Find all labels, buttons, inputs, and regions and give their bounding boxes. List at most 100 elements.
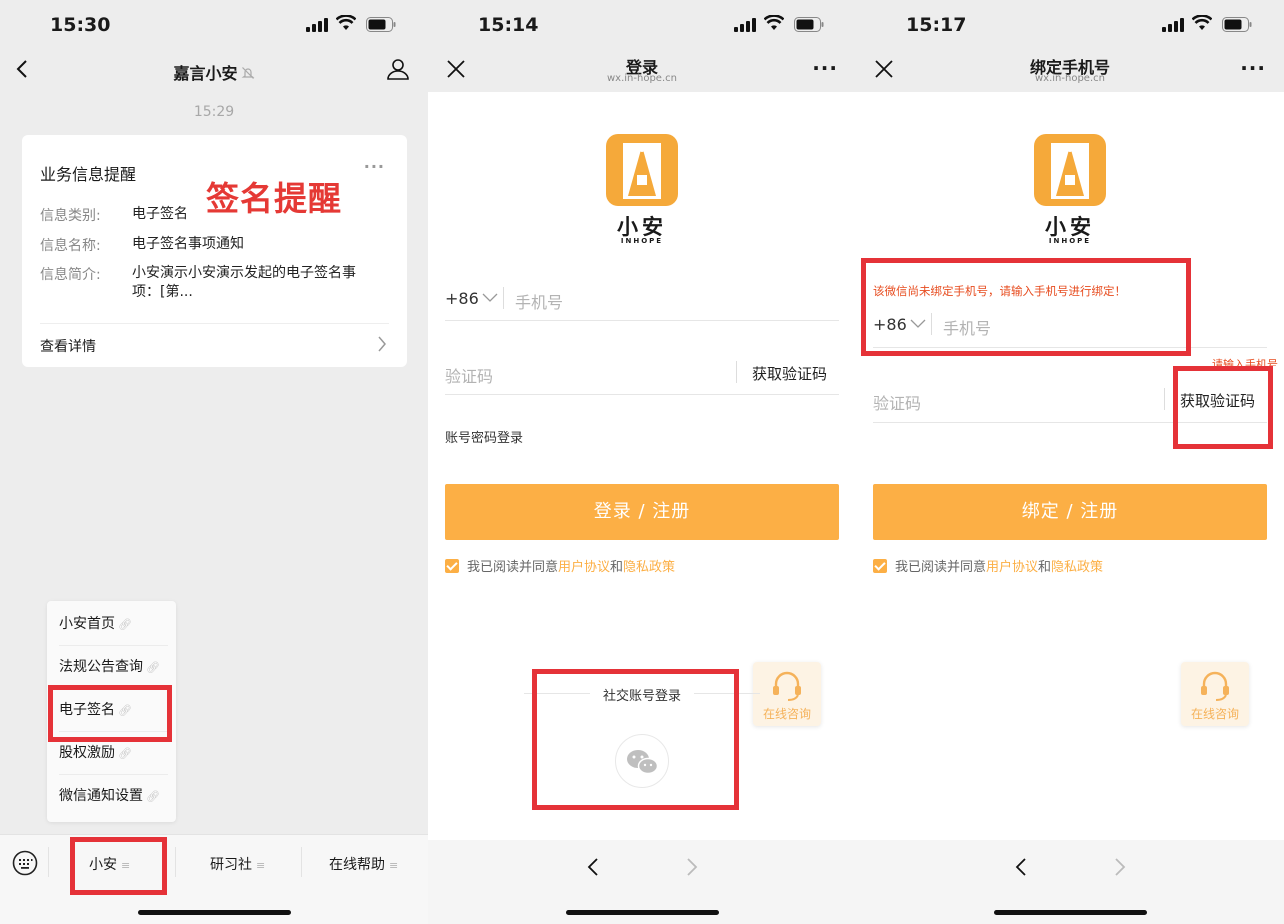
- chat-panel: 15:30 嘉言小安 15:29 业务信息提醒 ··· 信息类别: 电子签名 信…: [0, 0, 428, 924]
- profile-icon[interactable]: [386, 58, 410, 80]
- code-input[interactable]: 验证码: [445, 363, 493, 387]
- bind-register-button[interactable]: 绑定 / 注册: [873, 484, 1267, 540]
- status-time: 15:17: [906, 14, 967, 36]
- row-key: 信息类别:: [40, 208, 101, 224]
- link-icon: 🔗︎: [118, 704, 132, 717]
- menu-item-label: 小安首页: [59, 616, 115, 632]
- notification-card[interactable]: 业务信息提醒 ··· 信息类别: 电子签名 信息名称: 电子签名事项通知 信息简…: [22, 135, 407, 367]
- login-register-button[interactable]: 登录 / 注册: [445, 484, 839, 540]
- back-arrow-icon[interactable]: [1014, 856, 1028, 878]
- link-icon: 🔗︎: [146, 790, 160, 803]
- status-time: 15:14: [478, 14, 539, 36]
- menu-item-equity[interactable]: 股权激励 🔗︎: [59, 732, 168, 775]
- battery-icon: [1222, 17, 1252, 32]
- password-login-link[interactable]: 账号密码登录: [445, 427, 523, 446]
- country-code[interactable]: +86: [445, 289, 479, 308]
- battery-icon: [794, 17, 824, 32]
- chat-title-text: 嘉言小安: [173, 64, 238, 83]
- home-indicator: [138, 910, 291, 915]
- mute-icon: [241, 67, 254, 79]
- menu-item-home[interactable]: 小安首页 🔗︎: [59, 603, 168, 646]
- phone-input[interactable]: 手机号: [515, 289, 563, 313]
- user-agreement-link[interactable]: 用户协议: [558, 560, 610, 575]
- chat-timestamp: 15:29: [193, 104, 235, 120]
- login-panel: 15:14 登录 wx.in-hope.cn ··· 小安 INHOPE +86…: [428, 0, 856, 924]
- back-arrow-icon[interactable]: [586, 856, 600, 878]
- more-icon[interactable]: ···: [812, 58, 838, 78]
- agree-checkbox[interactable]: [445, 559, 459, 573]
- tab-xiaoan[interactable]: 小安 ≡: [89, 854, 130, 874]
- card-divider: [40, 323, 389, 324]
- page-domain: wx.in-hope.cn: [607, 73, 677, 84]
- user-agreement-link[interactable]: 用户协议: [986, 560, 1038, 575]
- keyboard-icon[interactable]: [12, 850, 38, 876]
- wifi-icon: [764, 15, 784, 30]
- menu-lines-icon: ≡: [256, 859, 266, 872]
- agree-text: 我已阅读并同意: [895, 560, 987, 575]
- tab-separator: [175, 847, 176, 877]
- field-separator: [1164, 388, 1165, 410]
- field-underline: [445, 320, 839, 321]
- wechat-login-button[interactable]: [615, 734, 669, 788]
- phone-input[interactable]: 手机号: [943, 315, 991, 339]
- menu-item-label: 微信通知设置: [59, 788, 143, 804]
- menu-item-notify-settings[interactable]: 微信通知设置 🔗︎: [59, 775, 168, 818]
- tab-label: 研习社: [210, 857, 252, 873]
- chevron-down-icon[interactable]: [910, 319, 926, 329]
- get-code-button[interactable]: 获取验证码: [1180, 390, 1255, 411]
- annotation-sign-reminder: 签名提醒: [206, 179, 342, 218]
- highlight-box: [861, 258, 1191, 356]
- card-title: 业务信息提醒: [40, 165, 137, 184]
- view-detail-link[interactable]: 查看详情: [40, 336, 96, 356]
- field-underline: [873, 347, 1267, 348]
- more-icon[interactable]: ···: [1240, 58, 1266, 78]
- battery-icon: [366, 17, 396, 32]
- menu-item-label: 电子签名: [59, 702, 115, 718]
- menu-item-esign[interactable]: 电子签名 🔗︎: [59, 689, 168, 732]
- nav-bar: 嘉言小安: [0, 46, 428, 92]
- home-indicator: [566, 910, 719, 915]
- tab-label: 小安: [89, 857, 117, 873]
- agreement-row: 我已阅读并同意用户协议和隐私政策: [445, 556, 675, 575]
- brand-subtitle: INHOPE: [1048, 237, 1092, 245]
- field-separator: [931, 313, 932, 335]
- social-login-title: 社交账号登录: [602, 689, 681, 704]
- signal-icon: [306, 18, 328, 32]
- row-key: 信息名称:: [40, 238, 101, 254]
- tab-study[interactable]: 研习社 ≡: [210, 854, 265, 874]
- menu-item-label: 股权激励: [59, 745, 115, 761]
- agree-text: 我已阅读并同意: [467, 560, 559, 575]
- code-input[interactable]: 验证码: [873, 390, 921, 414]
- unbound-warning: 该微信尚未绑定手机号，请输入手机号进行绑定！: [873, 284, 1126, 298]
- headset-icon: [1201, 671, 1229, 701]
- wechat-icon: [627, 750, 659, 775]
- more-icon[interactable]: ···: [364, 157, 385, 176]
- row-value: 电子签名事项通知: [132, 236, 244, 252]
- chevron-down-icon[interactable]: [482, 293, 498, 303]
- country-code[interactable]: +86: [873, 315, 907, 334]
- nav-bar: 登录 wx.in-hope.cn ···: [428, 46, 856, 92]
- tab-separator: [48, 847, 49, 877]
- row-value: 小安演示小安演示发起的电子签名事项：[第...: [132, 265, 356, 300]
- logo-figure-icon: [623, 143, 661, 199]
- agreement-row: 我已阅读并同意用户协议和隐私政策: [873, 556, 1103, 575]
- page-domain: wx.in-hope.cn: [1035, 73, 1105, 84]
- get-code-button[interactable]: 获取验证码: [752, 363, 827, 384]
- popup-menu: 小安首页 🔗︎ 法规公告查询 🔗︎ 电子签名 🔗︎ 股权激励 🔗︎ 微信通知设置 🔗︎: [47, 601, 176, 822]
- online-consult-label: 在线咨询: [1190, 707, 1239, 721]
- status-time: 15:30: [50, 14, 111, 36]
- menu-item-regulations[interactable]: 法规公告查询 🔗︎: [59, 646, 168, 689]
- privacy-policy-link[interactable]: 隐私政策: [623, 560, 675, 575]
- forward-arrow-icon[interactable]: [685, 856, 699, 878]
- privacy-policy-link[interactable]: 隐私政策: [1051, 560, 1103, 575]
- chevron-right-icon: [378, 336, 386, 352]
- agree-checkbox[interactable]: [873, 559, 887, 573]
- tab-label: 在线帮助: [329, 857, 385, 873]
- forward-arrow-icon[interactable]: [1113, 856, 1127, 878]
- logo-figure-icon: [1051, 143, 1089, 199]
- status-bar: 15:17: [856, 0, 1284, 50]
- chat-title: 嘉言小安: [0, 60, 428, 84]
- tab-help[interactable]: 在线帮助 ≡: [329, 854, 398, 874]
- online-consult-button[interactable]: 在线咨询: [1181, 662, 1249, 726]
- app-logo: [1034, 134, 1106, 206]
